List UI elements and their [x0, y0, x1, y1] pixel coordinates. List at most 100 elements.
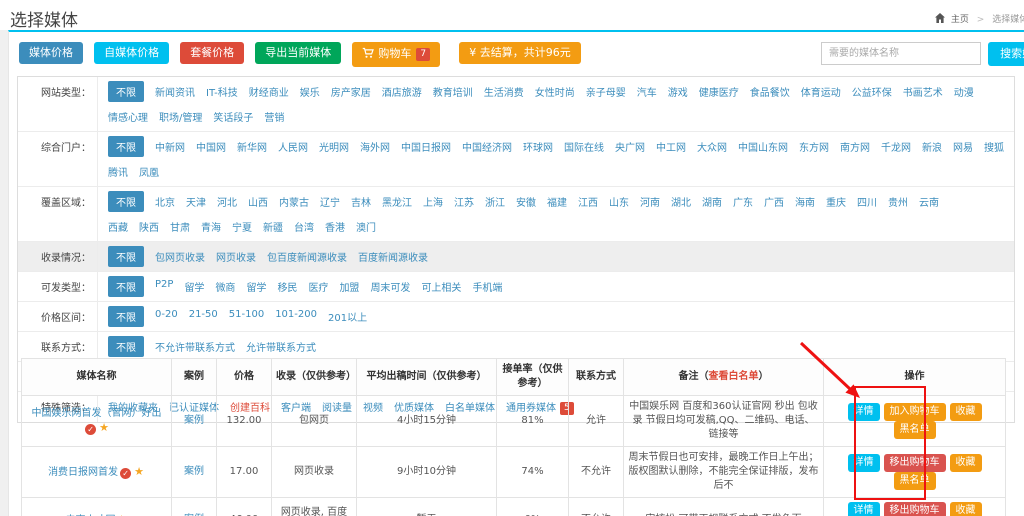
- filter-option[interactable]: 山东: [609, 191, 629, 212]
- filter-option[interactable]: 书画艺术: [903, 81, 943, 102]
- filter-option[interactable]: 浙江: [485, 191, 505, 212]
- remove-from-cart-button[interactable]: 移出购物车: [884, 502, 946, 516]
- filter-option[interactable]: 西藏: [108, 216, 128, 237]
- filter-option[interactable]: 香港: [325, 216, 345, 237]
- filter-option[interactable]: 陕西: [139, 216, 159, 237]
- filter-option[interactable]: 包网页收录: [155, 246, 205, 267]
- media-name-link[interactable]: 消费日报网首发: [48, 467, 118, 478]
- favorite-button[interactable]: 收藏: [950, 454, 982, 472]
- checkout-button[interactable]: ¥ 去结算，共计96元: [459, 42, 581, 64]
- filter-option[interactable]: 营销: [264, 106, 284, 127]
- filter-option[interactable]: 上海: [423, 191, 443, 212]
- filter-option[interactable]: 食品餐饮: [750, 81, 790, 102]
- filter-option[interactable]: 中国网: [196, 136, 226, 157]
- detail-button[interactable]: 详情: [848, 403, 880, 421]
- filter-option[interactable]: 中新网: [155, 136, 185, 157]
- filter-option[interactable]: 四川: [857, 191, 877, 212]
- export-media-button[interactable]: 导出当前媒体: [255, 42, 341, 64]
- filter-option[interactable]: 央广网: [615, 136, 645, 157]
- filter-option[interactable]: 江西: [578, 191, 598, 212]
- breadcrumb-home[interactable]: 主页: [951, 15, 969, 25]
- filter-option[interactable]: 黑龙江: [382, 191, 412, 212]
- filter-option[interactable]: 天津: [186, 191, 206, 212]
- filter-option[interactable]: 中国经济网: [462, 136, 512, 157]
- filter-option[interactable]: 酒店旅游: [382, 81, 422, 102]
- add-to-cart-button[interactable]: 加入购物车: [884, 403, 946, 421]
- filter-option[interactable]: 加盟: [339, 276, 359, 297]
- filter-option[interactable]: 云南: [919, 191, 939, 212]
- filter-option[interactable]: 中国日报网: [401, 136, 451, 157]
- remove-from-cart-button[interactable]: 移出购物车: [884, 454, 946, 472]
- blacklist-button[interactable]: 黑名单: [894, 421, 936, 439]
- filter-option[interactable]: P2P: [155, 276, 173, 293]
- filter-option[interactable]: 允许带联系方式: [246, 336, 316, 357]
- filter-option[interactable]: 新疆: [263, 216, 283, 237]
- whitelist-link[interactable]: 查看白名单: [709, 371, 759, 382]
- filter-option[interactable]: 财经商业: [249, 81, 289, 102]
- package-price-button[interactable]: 套餐价格: [180, 42, 244, 64]
- filter-option[interactable]: 国际在线: [564, 136, 604, 157]
- filter-option[interactable]: 安徽: [516, 191, 536, 212]
- filter-option[interactable]: 可上相关: [421, 276, 461, 297]
- filter-option[interactable]: 人民网: [278, 136, 308, 157]
- favorite-button[interactable]: 收藏: [950, 403, 982, 421]
- search-button[interactable]: 搜索媒体: [988, 42, 1024, 66]
- filter-option[interactable]: 游戏: [668, 81, 688, 102]
- filter-option[interactable]: 教育培训: [433, 81, 473, 102]
- filter-option[interactable]: 腾讯: [108, 161, 128, 182]
- media-price-button[interactable]: 媒体价格: [19, 42, 83, 64]
- filter-option[interactable]: 网页收录: [216, 246, 256, 267]
- filter-option[interactable]: 东方网: [799, 136, 829, 157]
- filter-option[interactable]: 微商: [215, 276, 235, 297]
- filter-option[interactable]: 职场/管理: [159, 106, 202, 127]
- filter-option[interactable]: 贵州: [888, 191, 908, 212]
- filter-option[interactable]: 网易: [953, 136, 973, 157]
- filter-option[interactable]: 河北: [217, 191, 237, 212]
- filter-option[interactable]: 留学: [184, 276, 204, 297]
- filter-option[interactable]: 留学: [246, 276, 266, 297]
- filter-option[interactable]: 不允许带联系方式: [155, 336, 235, 357]
- filter-option[interactable]: 新浪: [922, 136, 942, 157]
- filter-option[interactable]: 山西: [248, 191, 268, 212]
- filter-option[interactable]: 光明网: [319, 136, 349, 157]
- filter-option[interactable]: 宁夏: [232, 216, 252, 237]
- filter-option[interactable]: 新闻资讯: [155, 81, 195, 102]
- filter-option[interactable]: 新华网: [237, 136, 267, 157]
- filter-option[interactable]: 包百度新闻源收录: [267, 246, 347, 267]
- filter-selected-chip[interactable]: 不限: [108, 246, 144, 267]
- filter-selected-chip[interactable]: 不限: [108, 191, 144, 212]
- filter-option[interactable]: 百度新闻源收录: [358, 246, 428, 267]
- filter-option[interactable]: 青海: [201, 216, 221, 237]
- filter-option[interactable]: 201以上: [328, 306, 367, 327]
- search-input[interactable]: [821, 42, 981, 65]
- filter-option[interactable]: 搜狐: [984, 136, 1004, 157]
- cart-button[interactable]: 购物车7: [352, 42, 440, 67]
- filter-option[interactable]: 汽车: [637, 81, 657, 102]
- filter-option[interactable]: 健康医疗: [699, 81, 739, 102]
- filter-option[interactable]: 0-20: [155, 306, 178, 323]
- filter-option[interactable]: 海外网: [360, 136, 390, 157]
- filter-option[interactable]: 周末可发: [370, 276, 410, 297]
- filter-option[interactable]: 台湾: [294, 216, 314, 237]
- filter-option[interactable]: 福建: [547, 191, 567, 212]
- filter-selected-chip[interactable]: 不限: [108, 276, 144, 297]
- filter-option[interactable]: 内蒙古: [279, 191, 309, 212]
- filter-option[interactable]: 重庆: [826, 191, 846, 212]
- filter-option[interactable]: 笑话段子: [213, 106, 253, 127]
- filter-option[interactable]: 湖北: [671, 191, 691, 212]
- filter-selected-chip[interactable]: 不限: [108, 306, 144, 327]
- filter-option[interactable]: 中工网: [656, 136, 686, 157]
- filter-option[interactable]: 医疗: [308, 276, 328, 297]
- filter-option[interactable]: 广东: [733, 191, 753, 212]
- filter-option[interactable]: 女性时尚: [535, 81, 575, 102]
- filter-option[interactable]: 凤凰: [139, 161, 159, 182]
- filter-option[interactable]: 江苏: [454, 191, 474, 212]
- filter-option[interactable]: 广西: [764, 191, 784, 212]
- filter-option[interactable]: 海南: [795, 191, 815, 212]
- self-media-price-button[interactable]: 自媒体价格: [94, 42, 169, 64]
- filter-option[interactable]: 澳门: [356, 216, 376, 237]
- filter-option[interactable]: IT-科技: [206, 81, 238, 102]
- filter-selected-chip[interactable]: 不限: [108, 336, 144, 357]
- filter-option[interactable]: 房产家居: [331, 81, 371, 102]
- filter-option[interactable]: 21-50: [189, 306, 218, 323]
